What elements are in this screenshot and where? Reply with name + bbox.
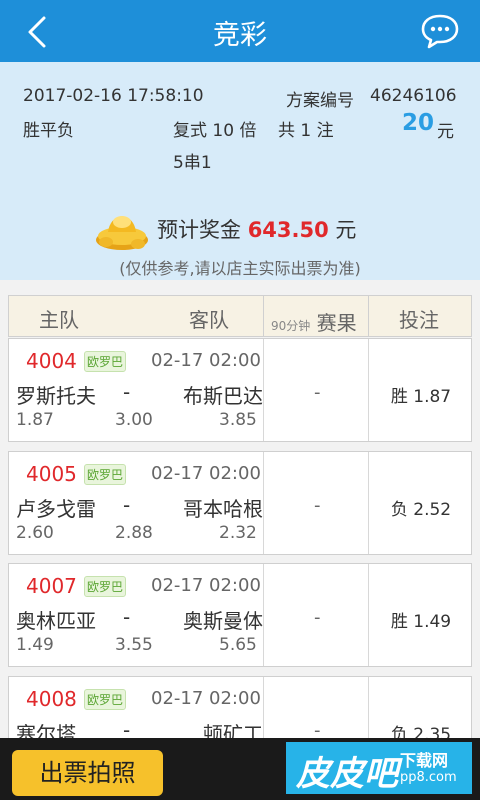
- watermark-big: 皮皮吧: [296, 754, 398, 794]
- play-type: 胜平负: [23, 121, 74, 141]
- page-title: 竞彩: [213, 20, 267, 51]
- match-time: 02-17 02:00: [151, 463, 261, 484]
- match-result: -: [314, 607, 321, 628]
- divider: [263, 296, 264, 336]
- pass-type: 5串1: [173, 153, 212, 173]
- away-team: 布斯巴达: [183, 384, 263, 408]
- expected-prize: 预计奖金 643.50 元: [157, 214, 356, 244]
- divider: [263, 452, 264, 554]
- plan-datetime: 2017-02-16 17:58:10: [23, 86, 204, 106]
- amount-unit: 元: [437, 122, 454, 142]
- watermark-small-1: 下载网: [400, 751, 449, 770]
- odds-draw: 2.88: [115, 523, 153, 543]
- match-time: 02-17 02:00: [151, 350, 261, 371]
- divider: [263, 339, 264, 441]
- away-team: 哥本哈根: [183, 497, 263, 521]
- odds-lose: 2.32: [219, 523, 257, 543]
- col-home: 主队: [39, 308, 79, 332]
- col-bet: 投注: [399, 308, 439, 332]
- match-card[interactable]: 4005 欧罗巴 02-17 02:00 卢多戈雷 - 哥本哈根 2.60 2.…: [8, 451, 472, 555]
- bet-count: 共 1 注: [278, 121, 334, 141]
- ticket-photo-button[interactable]: 出票拍照: [12, 750, 163, 796]
- prize-unit: 元: [335, 218, 357, 242]
- match-card[interactable]: 4004 欧罗巴 02-17 02:00 罗斯托夫 - 布斯巴达 1.87 3.…: [8, 338, 472, 442]
- odds-win: 1.49: [16, 635, 54, 655]
- odds-lose: 3.85: [219, 410, 257, 430]
- league-badge: 欧罗巴: [84, 689, 127, 710]
- home-team: 罗斯托夫: [16, 384, 96, 408]
- match-card[interactable]: 4007 欧罗巴 02-17 02:00 奥林匹亚 - 奥斯曼体 1.49 3.…: [8, 563, 472, 667]
- chat-bubble-icon[interactable]: [420, 12, 460, 50]
- bet-selection: 胜 1.49: [390, 612, 452, 632]
- match-number: 4008: [26, 687, 77, 711]
- col-result-label: 赛果: [316, 311, 357, 335]
- app-header: 竞彩: [0, 0, 480, 62]
- bet-selection: 负 2.52: [390, 500, 452, 520]
- match-result: -: [314, 495, 321, 516]
- odds-win: 2.60: [16, 523, 54, 543]
- prize-value: 643.50: [247, 218, 329, 242]
- vs-dash: -: [123, 605, 131, 629]
- league-badge: 欧罗巴: [84, 576, 127, 597]
- away-team: 奥斯曼体: [183, 609, 263, 633]
- odds-draw: 3.55: [115, 635, 153, 655]
- home-team: 卢多戈雷: [16, 497, 96, 521]
- match-number: 4004: [26, 349, 77, 373]
- prize-label: 预计奖金: [157, 218, 241, 242]
- col-away: 客队: [189, 308, 229, 332]
- odds-draw: 3.00: [115, 410, 153, 430]
- col-result: 90分钟 赛果: [271, 307, 357, 336]
- match-time: 02-17 02:00: [151, 688, 261, 709]
- plan-number: 46246106: [370, 86, 457, 106]
- gold-ingot-icon: [96, 216, 148, 250]
- amount-value: 20: [402, 110, 435, 136]
- match-number: 4007: [26, 574, 77, 598]
- divider: [263, 564, 264, 666]
- odds-lose: 5.65: [219, 635, 257, 655]
- match-number: 4005: [26, 462, 77, 486]
- home-team: 奥林匹亚: [16, 609, 96, 633]
- vs-dash: -: [123, 493, 131, 517]
- league-badge: 欧罗巴: [84, 464, 127, 485]
- multiple: 复式 10 倍: [173, 121, 257, 141]
- col-result-small: 90分钟: [271, 319, 311, 333]
- odds-win: 1.87: [16, 410, 54, 430]
- divider: [368, 296, 369, 336]
- disclaimer-note: (仅供参考,请以店主实际出票为准): [119, 259, 361, 278]
- table-header: 主队 客队 90分钟 赛果 投注: [8, 295, 472, 337]
- league-badge: 欧罗巴: [84, 351, 127, 372]
- match-time: 02-17 02:00: [151, 575, 261, 596]
- match-result: -: [314, 382, 321, 403]
- watermark-small-2: pp8.com: [400, 770, 457, 785]
- plan-number-label: 方案编号: [286, 91, 354, 111]
- bet-selection: 胜 1.87: [390, 387, 452, 407]
- vs-dash: -: [123, 380, 131, 404]
